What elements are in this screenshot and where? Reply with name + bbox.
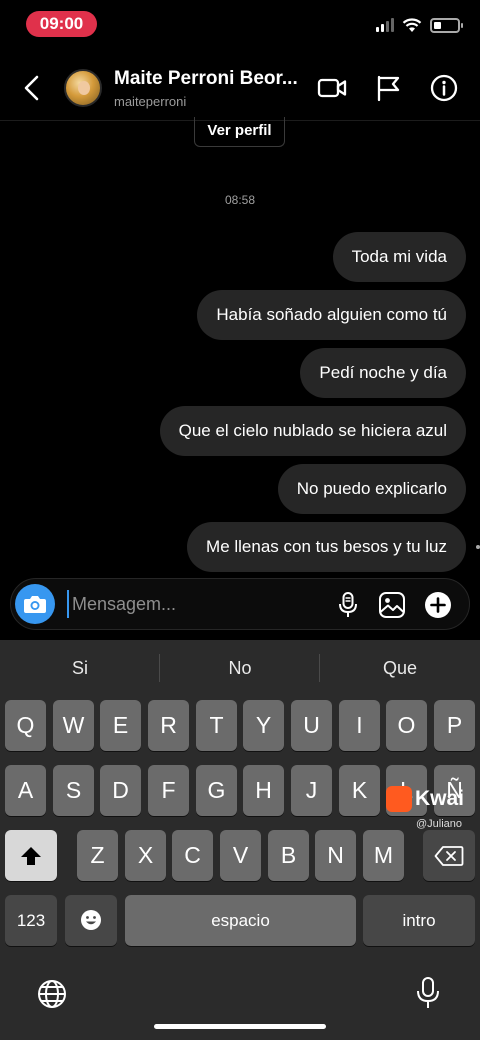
key[interactable]: Y bbox=[243, 700, 284, 751]
message-composer bbox=[10, 578, 470, 630]
message-bubble[interactable]: Toda mi vida bbox=[332, 232, 466, 282]
key[interactable]: W bbox=[53, 700, 94, 751]
key[interactable]: P bbox=[434, 700, 475, 751]
shift-arrow-icon bbox=[21, 847, 41, 865]
watermark: Kwai @Juliano bbox=[386, 786, 465, 830]
backspace-key[interactable] bbox=[423, 830, 475, 881]
key[interactable]: Z bbox=[77, 830, 118, 881]
backspace-icon bbox=[434, 846, 464, 866]
key[interactable]: A bbox=[5, 765, 46, 816]
key[interactable]: C bbox=[172, 830, 213, 881]
key[interactable]: I bbox=[339, 700, 380, 751]
key[interactable]: Q bbox=[5, 700, 46, 751]
key[interactable]: T bbox=[196, 700, 237, 751]
key[interactable]: O bbox=[386, 700, 427, 751]
suggestion-item[interactable]: Que bbox=[320, 640, 480, 696]
key[interactable]: R bbox=[148, 700, 189, 751]
watermark-brand: Kwai bbox=[415, 787, 465, 810]
key[interactable]: K bbox=[339, 765, 380, 816]
video-camera-icon[interactable] bbox=[316, 73, 348, 103]
camera-icon bbox=[24, 596, 46, 613]
key[interactable]: U bbox=[291, 700, 332, 751]
message-timestamp: 08:58 bbox=[224, 193, 256, 207]
info-icon[interactable] bbox=[428, 73, 460, 103]
message-bubble[interactable]: Había soñado alguien como tú bbox=[197, 290, 466, 340]
suggestion-item[interactable]: No bbox=[160, 640, 320, 696]
message-bubble[interactable]: Me llenas con tus besos y tu luz bbox=[187, 522, 466, 572]
wifi-icon bbox=[402, 17, 422, 32]
key[interactable]: B bbox=[268, 830, 309, 881]
keyboard: Si No Que Q W E R T Y U I O P A S D F G … bbox=[0, 640, 480, 1040]
home-indicator bbox=[154, 1024, 326, 1029]
suggestion-item[interactable]: Si bbox=[0, 640, 160, 696]
camera-button[interactable] bbox=[15, 584, 55, 624]
key[interactable]: H bbox=[243, 765, 284, 816]
key[interactable]: E bbox=[100, 700, 141, 751]
key[interactable]: X bbox=[125, 830, 166, 881]
view-profile-button[interactable]: Ver perfil bbox=[194, 117, 285, 147]
status-time: 09:00 bbox=[26, 11, 97, 37]
kwai-logo-icon bbox=[386, 786, 412, 812]
globe-icon[interactable] bbox=[36, 978, 68, 1010]
key[interactable]: D bbox=[100, 765, 141, 816]
emoji-key[interactable] bbox=[65, 895, 117, 946]
key[interactable]: M bbox=[363, 830, 404, 881]
space-key[interactable]: espacio bbox=[125, 895, 356, 946]
chat-header: Maite Perroni Beor... maiteperroni bbox=[0, 56, 480, 120]
return-key[interactable]: intro bbox=[363, 895, 475, 946]
message-bubble[interactable]: Pedí noche y día bbox=[300, 348, 466, 398]
message-bubble[interactable]: Que el cielo nublado se hiciera azul bbox=[159, 406, 466, 456]
plus-circle-icon[interactable] bbox=[423, 590, 453, 620]
key[interactable]: V bbox=[220, 830, 261, 881]
message-bubble[interactable]: No puedo explicarlo bbox=[277, 464, 466, 514]
status-icons bbox=[376, 17, 463, 33]
battery-icon bbox=[430, 17, 463, 33]
image-gallery-icon[interactable] bbox=[377, 590, 407, 620]
signal-icon bbox=[376, 18, 394, 32]
emoji-icon bbox=[81, 910, 101, 930]
microphone-icon[interactable] bbox=[333, 590, 363, 620]
flag-icon[interactable] bbox=[372, 73, 404, 103]
back-chevron-icon[interactable] bbox=[20, 74, 44, 102]
key[interactable]: J bbox=[291, 765, 332, 816]
contact-handle[interactable]: maiteperroni bbox=[114, 94, 186, 109]
watermark-user: @Juliano bbox=[416, 818, 463, 830]
dictation-microphone-icon[interactable] bbox=[414, 976, 442, 1010]
suggestion-bar: Si No Que bbox=[0, 640, 480, 696]
message-input[interactable] bbox=[67, 590, 317, 618]
key[interactable]: F bbox=[148, 765, 189, 816]
key[interactable]: S bbox=[53, 765, 94, 816]
contact-name[interactable]: Maite Perroni Beor... bbox=[114, 68, 298, 90]
shift-key[interactable] bbox=[5, 830, 57, 881]
numbers-key[interactable]: 123 bbox=[5, 895, 57, 946]
avatar[interactable] bbox=[64, 69, 102, 107]
key[interactable]: G bbox=[196, 765, 237, 816]
key[interactable]: N bbox=[315, 830, 356, 881]
scroll-indicator bbox=[476, 545, 480, 549]
